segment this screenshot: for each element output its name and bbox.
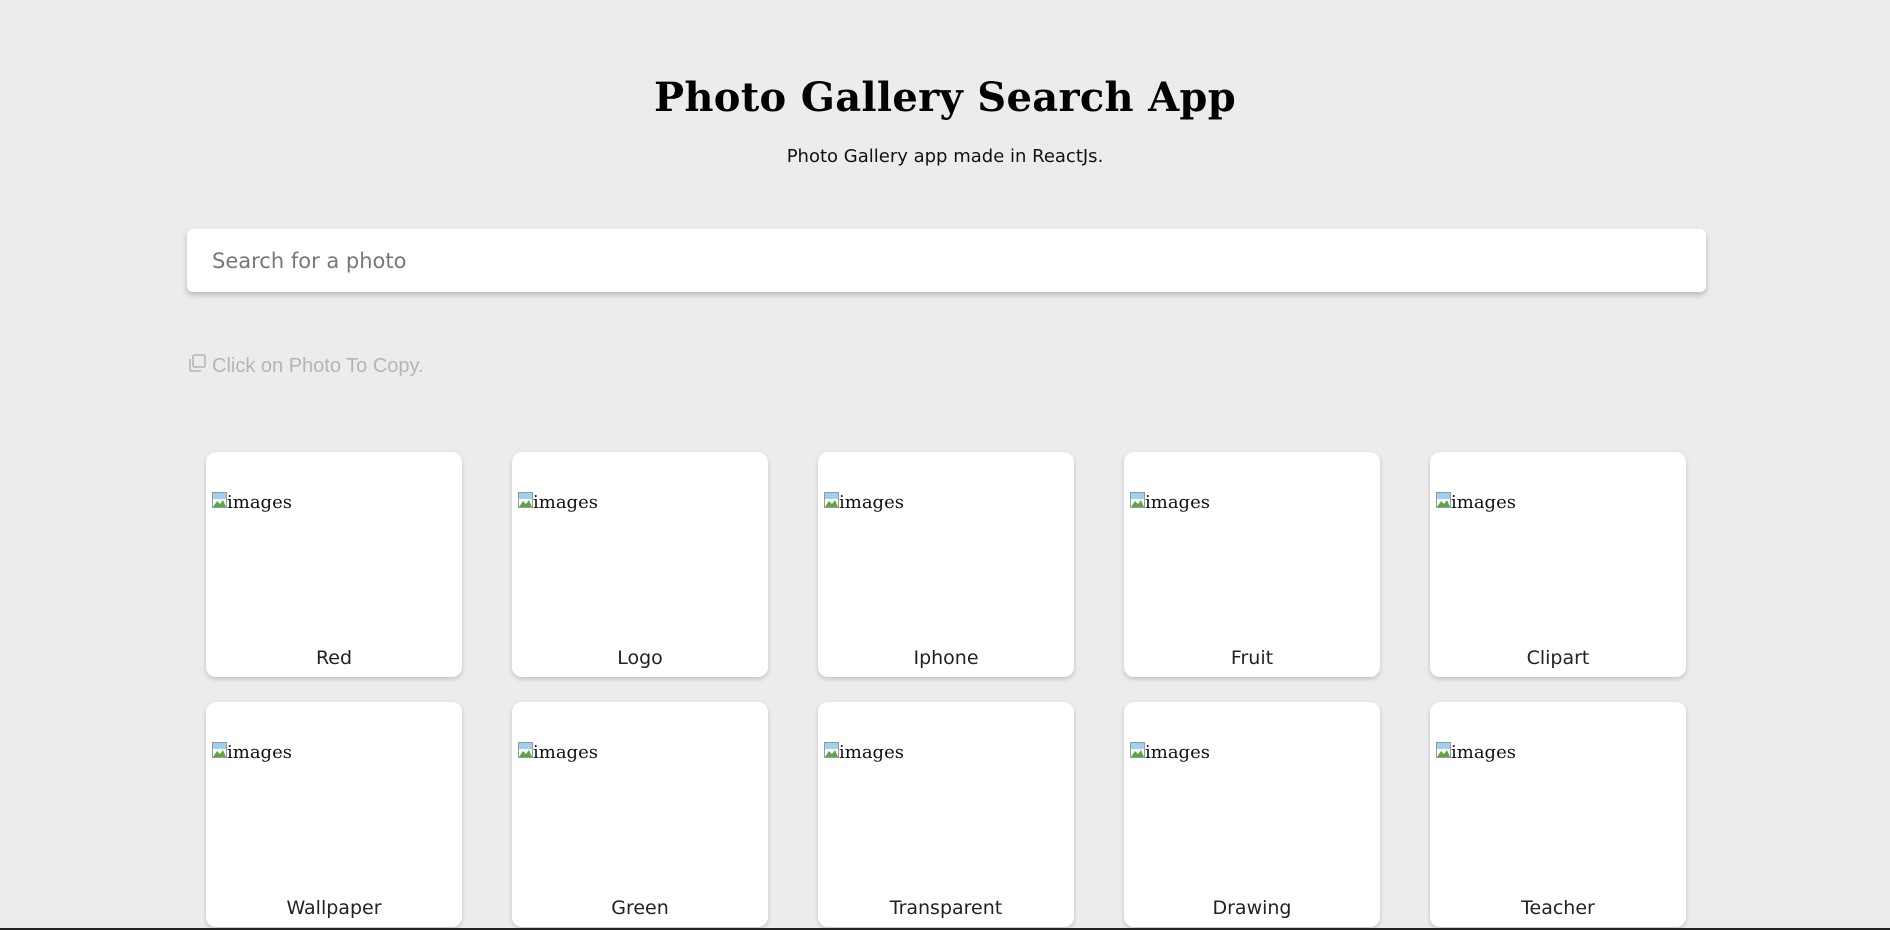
card-label: Logo: [617, 647, 663, 669]
photo-gallery-page: Photo Gallery Search App Photo Gallery a…: [0, 0, 1890, 930]
photo-image[interactable]: images: [212, 742, 292, 763]
image-alt-text: images: [1451, 492, 1516, 513]
broken-image-icon: [212, 492, 227, 513]
photo-image[interactable]: images: [518, 742, 598, 763]
card-label: Clipart: [1526, 647, 1590, 669]
photo-card[interactable]: images Transparent: [818, 702, 1074, 927]
card-label: Wallpaper: [286, 897, 382, 919]
broken-image-icon: [518, 742, 533, 763]
image-alt-text: images: [839, 492, 904, 513]
photo-card[interactable]: images Clipart: [1430, 452, 1686, 677]
broken-image-icon: [824, 742, 839, 763]
photo-grid: images Red images Logo images Iphone ima…: [206, 452, 1686, 927]
image-alt-text: images: [533, 742, 598, 763]
page-title: Photo Gallery Search App: [654, 74, 1236, 121]
broken-image-icon: [1130, 492, 1145, 513]
photo-card[interactable]: images Wallpaper: [206, 702, 462, 927]
photo-card[interactable]: images Drawing: [1124, 702, 1380, 927]
photo-card[interactable]: images Logo: [512, 452, 768, 677]
image-alt-text: images: [533, 492, 598, 513]
photo-card[interactable]: images Green: [512, 702, 768, 927]
image-alt-text: images: [1451, 742, 1516, 763]
photo-image[interactable]: images: [824, 492, 904, 513]
page-subtitle: Photo Gallery app made in ReactJs.: [786, 146, 1104, 167]
photo-image[interactable]: images: [212, 492, 292, 513]
card-label: Teacher: [1521, 897, 1595, 919]
photo-image[interactable]: images: [1130, 742, 1210, 763]
broken-image-icon: [212, 742, 227, 763]
image-alt-text: images: [1145, 492, 1210, 513]
broken-image-icon: [1436, 742, 1451, 763]
broken-image-icon: [518, 492, 533, 513]
photo-card[interactable]: images Red: [206, 452, 462, 677]
copy-hint-text: Click on Photo To Copy.: [212, 354, 424, 377]
copy-hint: Click on Photo To Copy.: [187, 353, 424, 379]
image-alt-text: images: [227, 742, 292, 763]
card-label: Iphone: [913, 647, 979, 669]
card-label: Transparent: [889, 897, 1003, 919]
copy-icon: [187, 353, 212, 379]
photo-image[interactable]: images: [1436, 742, 1516, 763]
photo-image[interactable]: images: [1130, 492, 1210, 513]
search-input[interactable]: [187, 229, 1706, 292]
card-label: Red: [315, 647, 353, 669]
photo-card[interactable]: images Fruit: [1124, 452, 1380, 677]
card-label: Drawing: [1212, 897, 1292, 919]
broken-image-icon: [1436, 492, 1451, 513]
image-alt-text: images: [227, 492, 292, 513]
search-box: [187, 229, 1706, 292]
image-alt-text: images: [839, 742, 904, 763]
broken-image-icon: [824, 492, 839, 513]
card-label: Green: [611, 897, 669, 919]
card-label: Fruit: [1230, 647, 1274, 669]
broken-image-icon: [1130, 742, 1145, 763]
photo-image[interactable]: images: [518, 492, 598, 513]
photo-image[interactable]: images: [1436, 492, 1516, 513]
photo-card[interactable]: images Teacher: [1430, 702, 1686, 927]
photo-card[interactable]: images Iphone: [818, 452, 1074, 677]
photo-image[interactable]: images: [824, 742, 904, 763]
image-alt-text: images: [1145, 742, 1210, 763]
